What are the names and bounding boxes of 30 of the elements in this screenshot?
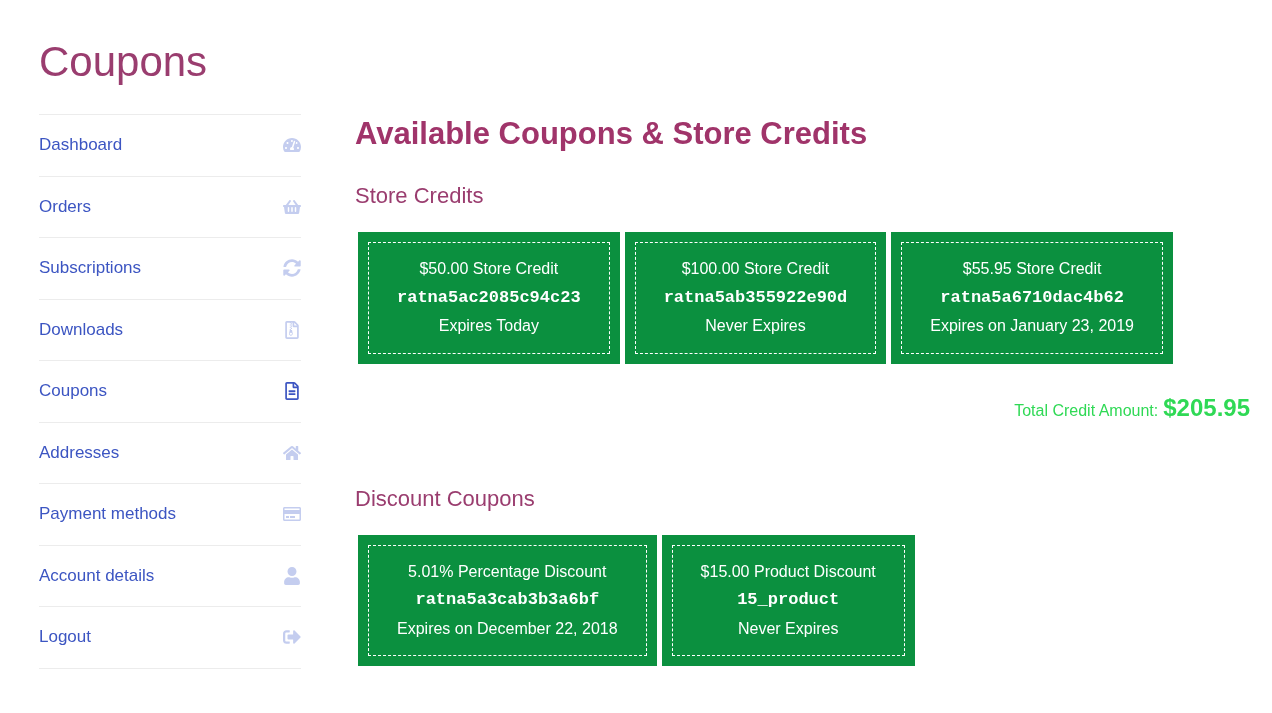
total-credit-amount: $205.95 xyxy=(1163,392,1250,423)
coupon-title: $100.00 Store Credit xyxy=(681,259,830,279)
page-title: Coupons xyxy=(39,37,208,87)
coupon-title: $50.00 Store Credit xyxy=(419,259,559,279)
section-title: Store Credits xyxy=(355,182,484,210)
coupon-expiry: Never Expires xyxy=(705,316,806,336)
nav-link[interactable]: Account details xyxy=(39,565,155,586)
coupon-expiry: Expires on January 23, 2019 xyxy=(930,316,1134,336)
coupon-expiry: Expires Today xyxy=(438,316,539,336)
nav-link[interactable]: Downloads xyxy=(39,319,124,340)
section-title: Discount Coupons xyxy=(355,484,535,513)
coupon-title: $55.95 Store Credit xyxy=(962,259,1102,279)
coupon-title: $15.00 Product Discount xyxy=(700,561,876,582)
nav-link[interactable]: Payment methods xyxy=(39,504,176,525)
nav-link[interactable]: Coupons xyxy=(39,381,108,402)
coupon-expiry: Never Expires xyxy=(737,618,839,639)
total-credit-label: Total Credit Amount: xyxy=(1014,400,1159,421)
nav-link[interactable]: Addresses xyxy=(39,442,120,463)
coupon-code: 15_product xyxy=(737,589,840,611)
nav-link[interactable]: Subscriptions xyxy=(39,258,142,279)
nav-link[interactable]: Dashboard xyxy=(39,135,123,156)
coupon-code: ratna5ab355922e90d xyxy=(663,286,848,309)
main-heading: Available Coupons & Store Credits xyxy=(355,115,868,153)
coupon-code: ratna5a6710dac4b62 xyxy=(940,286,1124,309)
coupon-expiry: Expires on December 22, 2018 xyxy=(397,618,618,639)
nav-link[interactable]: Logout xyxy=(39,627,91,648)
nav-link[interactable]: Orders xyxy=(39,196,91,217)
coupon-code: ratna5ac2085c94c23 xyxy=(397,286,581,309)
coupon-title: 5.01% Percentage Discount xyxy=(408,561,607,582)
coupon-code: ratna5a3cab3b3a6bf xyxy=(415,589,600,611)
